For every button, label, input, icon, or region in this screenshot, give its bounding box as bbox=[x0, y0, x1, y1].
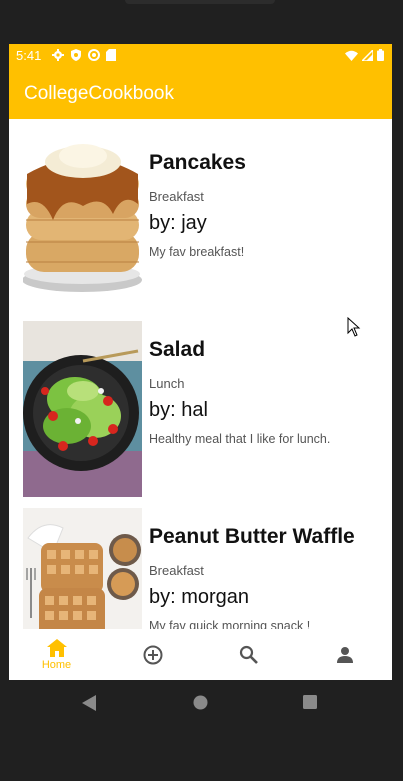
notification-icons bbox=[52, 49, 116, 61]
system-navigation-bar bbox=[0, 680, 403, 730]
recipe-card[interactable]: Peanut Butter Waffle Breakfast by: morga… bbox=[23, 508, 383, 629]
nav-home[interactable]: Home bbox=[9, 629, 104, 680]
battery-icon bbox=[377, 49, 384, 61]
recipe-author: by: morgan bbox=[149, 586, 250, 608]
status-time: 5:41 bbox=[16, 48, 42, 63]
recipe-card[interactable]: Pancakes Breakfast by: jay My fav breakf… bbox=[23, 134, 383, 310]
recipe-author: by: hal bbox=[149, 399, 208, 421]
app-title: CollegeCookbook bbox=[24, 83, 174, 104]
recipe-image-waffle bbox=[23, 508, 142, 629]
bottom-navigation: Home bbox=[9, 629, 392, 680]
recipe-image-pancakes bbox=[23, 134, 142, 310]
recipe-name: Peanut Butter Waffle bbox=[149, 525, 355, 548]
wifi-icon bbox=[345, 50, 358, 61]
app-bar: CollegeCookbook bbox=[9, 68, 392, 119]
recents-icon[interactable] bbox=[303, 695, 317, 709]
back-icon[interactable] bbox=[82, 695, 96, 711]
recipe-description: My fav quick morning snack ! bbox=[149, 619, 311, 629]
shield-status-icon bbox=[71, 49, 81, 61]
nav-home-label: Home bbox=[41, 658, 72, 671]
signal-icon bbox=[362, 49, 373, 61]
settings-status-icon bbox=[52, 49, 64, 61]
recipe-description: My fav breakfast! bbox=[149, 245, 245, 259]
recipe-author: by: jay bbox=[149, 212, 207, 234]
person-icon bbox=[336, 646, 353, 663]
nav-profile[interactable] bbox=[297, 629, 392, 680]
recipe-description: Healthy meal that I like for lunch. bbox=[149, 432, 331, 446]
app-screen: 5:41 CollegeCookbook Pancakes Breakfast … bbox=[9, 44, 392, 680]
device-notch bbox=[125, 0, 275, 4]
recipe-image-salad bbox=[23, 321, 142, 497]
nav-search[interactable] bbox=[201, 629, 296, 680]
add-circle-icon bbox=[143, 645, 162, 664]
sd-card-status-icon bbox=[106, 49, 116, 61]
recipe-name: Salad bbox=[149, 338, 206, 361]
recipe-category: Lunch bbox=[149, 376, 185, 391]
recipe-card[interactable]: Salad Lunch by: hal Healthy meal that I … bbox=[23, 321, 383, 497]
nav-add-recipe[interactable] bbox=[105, 629, 200, 680]
recipe-category: Breakfast bbox=[149, 189, 204, 204]
recipe-category: Breakfast bbox=[149, 563, 204, 578]
device-top-bezel bbox=[0, 0, 403, 44]
system-status-icons bbox=[345, 49, 384, 61]
mouse-cursor-icon bbox=[347, 317, 361, 337]
recipe-list[interactable]: Pancakes Breakfast by: jay My fav breakf… bbox=[9, 119, 392, 629]
sync-status-icon bbox=[88, 49, 100, 61]
home-circle-icon[interactable] bbox=[193, 695, 208, 710]
status-bar: 5:41 bbox=[9, 44, 392, 68]
search-icon bbox=[239, 645, 258, 664]
home-icon bbox=[46, 638, 67, 657]
recipe-name: Pancakes bbox=[149, 151, 246, 174]
